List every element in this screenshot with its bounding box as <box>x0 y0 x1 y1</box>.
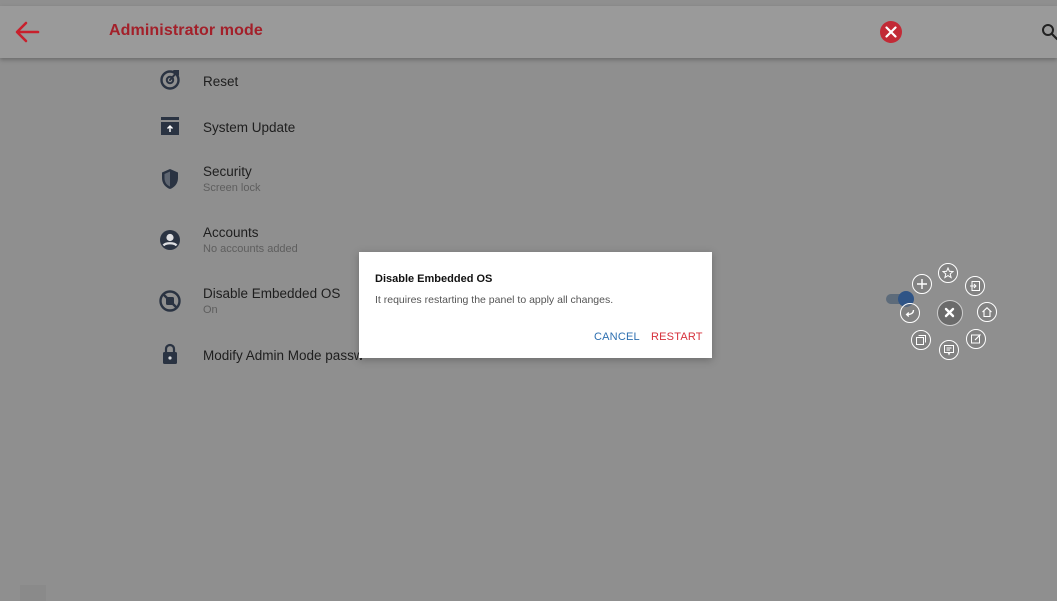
add-button[interactable] <box>912 274 932 294</box>
shield-icon <box>158 167 182 191</box>
setting-subtitle: Screen lock <box>203 182 261 194</box>
account-icon <box>158 228 182 252</box>
favorites-button[interactable] <box>938 263 958 283</box>
setting-system-update[interactable]: System Update <box>150 114 710 158</box>
back-button[interactable] <box>14 20 40 44</box>
exit-button[interactable] <box>965 276 985 296</box>
close-button[interactable] <box>879 20 903 44</box>
floating-menu <box>895 260 1005 370</box>
reset-icon <box>158 68 182 92</box>
star-icon <box>942 267 954 279</box>
lock-icon <box>158 342 182 366</box>
setting-label: Accounts <box>203 225 259 240</box>
setting-label: Disable Embedded OS <box>203 286 341 301</box>
dialog-title: Disable Embedded OS <box>375 273 493 285</box>
comment-icon <box>944 345 954 356</box>
setting-label: Reset <box>203 74 239 89</box>
exit-icon <box>970 281 980 291</box>
arrow-left-icon <box>15 21 40 43</box>
close-icon <box>944 307 955 318</box>
setting-label: System Update <box>203 120 296 135</box>
disable-os-icon <box>158 289 182 313</box>
home-icon <box>982 307 992 318</box>
dialog-message: It requires restarting the panel to appl… <box>375 294 614 306</box>
back-icon <box>905 309 915 317</box>
confirm-dialog: Disable Embedded OS It requires restarti… <box>359 252 712 358</box>
setting-subtitle: On <box>203 304 218 316</box>
back-nav-button[interactable] <box>900 303 920 323</box>
comment-button[interactable] <box>939 340 959 360</box>
setting-reset[interactable]: Reset <box>150 68 710 112</box>
setting-label: Modify Admin Mode passw <box>203 348 364 363</box>
window-icon <box>916 335 926 345</box>
search-button[interactable] <box>1041 23 1057 41</box>
page-title: Administrator mode <box>109 22 263 39</box>
close-menu-button[interactable] <box>937 300 963 326</box>
app-bar: Administrator mode <box>0 6 1057 58</box>
home-button[interactable] <box>977 302 997 322</box>
add-icon <box>917 279 927 289</box>
close-circle-icon <box>880 21 902 43</box>
setting-label: Security <box>203 164 252 179</box>
edit-icon <box>971 334 981 344</box>
corner-handle <box>20 585 46 601</box>
edit-button[interactable] <box>966 329 986 349</box>
search-icon <box>1042 24 1057 41</box>
system-update-icon <box>158 114 182 138</box>
setting-security[interactable]: Security Screen lock <box>150 164 710 208</box>
cancel-button[interactable]: CANCEL <box>594 331 640 343</box>
setting-subtitle: No accounts added <box>203 243 298 255</box>
restart-button[interactable]: RESTART <box>651 331 703 343</box>
window-button[interactable] <box>911 330 931 350</box>
